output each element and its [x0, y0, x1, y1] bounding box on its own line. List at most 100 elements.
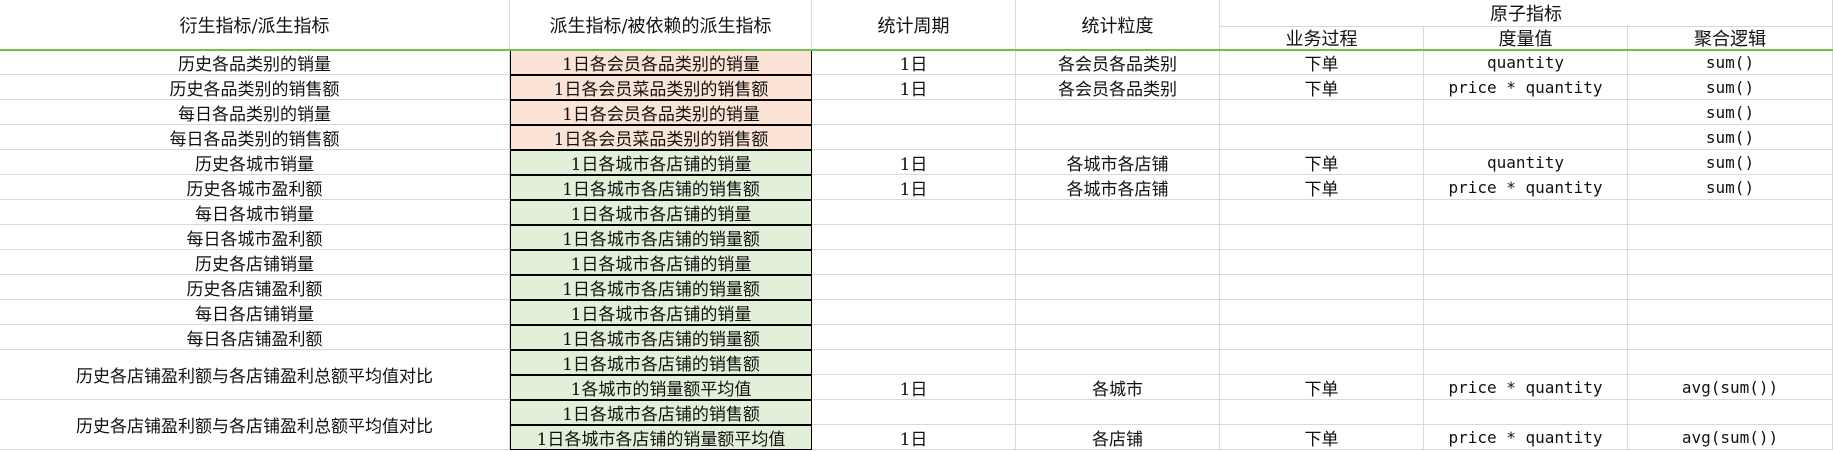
group-period-cell[interactable]: 1日	[812, 425, 1016, 450]
row-granularity-cell[interactable]	[1016, 125, 1220, 150]
row-derived-cell[interactable]: 每日各店铺盈利额	[0, 325, 510, 350]
row-business-cell[interactable]	[1220, 300, 1424, 325]
row-dependency-cell[interactable]: 1日各会员各品类别的销量	[510, 100, 812, 125]
row-measure-cell[interactable]	[1424, 250, 1628, 275]
row-derived-cell[interactable]: 每日各品类别的销售额	[0, 125, 510, 150]
row-period-cell[interactable]: 1日	[812, 50, 1016, 75]
row-dependency-cell[interactable]: 1日各会员各品类别的销量	[510, 50, 812, 75]
row-derived-cell[interactable]: 历史各城市盈利额	[0, 175, 510, 200]
row-granularity-cell[interactable]: 各会员各品类别	[1016, 75, 1220, 100]
row-period-cell[interactable]	[812, 200, 1016, 225]
row-period-cell[interactable]	[812, 300, 1016, 325]
group-dependency-cell[interactable]: 1各城市的销量额平均值	[510, 375, 812, 400]
row-dependency-cell[interactable]: 1日各城市各店铺的销量额	[510, 275, 812, 300]
row-period-cell[interactable]: 1日	[812, 175, 1016, 200]
group-measure-cell[interactable]: price * quantity	[1424, 425, 1628, 450]
row-derived-cell[interactable]: 每日各城市盈利额	[0, 225, 510, 250]
row-dependency-cell[interactable]: 1日各会员菜品类别的销售额	[510, 125, 812, 150]
row-measure-cell[interactable]	[1424, 125, 1628, 150]
row-derived-cell[interactable]: 每日各城市销量	[0, 200, 510, 225]
row-derived-cell[interactable]: 历史各店铺盈利额	[0, 275, 510, 300]
row-business-cell[interactable]	[1220, 200, 1424, 225]
group-granularity-cell[interactable]: 各店铺	[1016, 425, 1220, 450]
group-period-cell[interactable]	[812, 350, 1016, 375]
row-derived-cell[interactable]: 历史各店铺销量	[0, 250, 510, 275]
group-business-cell[interactable]	[1220, 400, 1424, 425]
row-dependency-cell[interactable]: 1日各城市各店铺的销量	[510, 150, 812, 175]
row-granularity-cell[interactable]	[1016, 225, 1220, 250]
row-agg-cell[interactable]: sum()	[1628, 50, 1833, 75]
row-agg-cell[interactable]	[1628, 275, 1833, 300]
row-granularity-cell[interactable]: 各会员各品类别	[1016, 50, 1220, 75]
row-agg-cell[interactable]	[1628, 250, 1833, 275]
row-agg-cell[interactable]: sum()	[1628, 150, 1833, 175]
row-agg-cell[interactable]	[1628, 225, 1833, 250]
group-granularity-cell[interactable]: 各城市	[1016, 375, 1220, 400]
group-business-cell[interactable]	[1220, 350, 1424, 375]
row-granularity-cell[interactable]	[1016, 275, 1220, 300]
row-dependency-cell[interactable]: 1日各会员菜品类别的销售额	[510, 75, 812, 100]
row-measure-cell[interactable]	[1424, 300, 1628, 325]
row-dependency-cell[interactable]: 1日各城市各店铺的销量	[510, 300, 812, 325]
row-derived-cell[interactable]: 历史各品类别的销售额	[0, 75, 510, 100]
row-business-cell[interactable]	[1220, 125, 1424, 150]
group-dependency-cell[interactable]: 1日各城市各店铺的销售额	[510, 400, 812, 425]
row-measure-cell[interactable]	[1424, 225, 1628, 250]
row-dependency-cell[interactable]: 1日各城市各店铺的销量	[510, 250, 812, 275]
row-granularity-cell[interactable]	[1016, 300, 1220, 325]
row-business-cell[interactable]	[1220, 100, 1424, 125]
row-agg-cell[interactable]	[1628, 200, 1833, 225]
row-granularity-cell[interactable]: 各城市各店铺	[1016, 175, 1220, 200]
row-period-cell[interactable]	[812, 250, 1016, 275]
row-period-cell[interactable]: 1日	[812, 150, 1016, 175]
row-business-cell[interactable]	[1220, 225, 1424, 250]
group-measure-cell[interactable]	[1424, 350, 1628, 375]
row-measure-cell[interactable]	[1424, 275, 1628, 300]
group-agg-cell[interactable]: avg(sum())	[1628, 375, 1833, 400]
row-measure-cell[interactable]: price * quantity	[1424, 75, 1628, 100]
group-granularity-cell[interactable]	[1016, 350, 1220, 375]
row-measure-cell[interactable]: price * quantity	[1424, 175, 1628, 200]
row-dependency-cell[interactable]: 1日各城市各店铺的销量	[510, 200, 812, 225]
group-period-cell[interactable]	[812, 400, 1016, 425]
row-business-cell[interactable]	[1220, 250, 1424, 275]
row-business-cell[interactable]: 下单	[1220, 150, 1424, 175]
row-period-cell[interactable]	[812, 100, 1016, 125]
row-period-cell[interactable]	[812, 325, 1016, 350]
row-period-cell[interactable]	[812, 275, 1016, 300]
row-dependency-cell[interactable]: 1日各城市各店铺的销售额	[510, 175, 812, 200]
row-granularity-cell[interactable]	[1016, 250, 1220, 275]
row-period-cell[interactable]	[812, 225, 1016, 250]
group-measure-cell[interactable]: price * quantity	[1424, 375, 1628, 400]
row-measure-cell[interactable]	[1424, 200, 1628, 225]
group-period-cell[interactable]: 1日	[812, 375, 1016, 400]
row-period-cell[interactable]: 1日	[812, 75, 1016, 100]
row-agg-cell[interactable]	[1628, 325, 1833, 350]
row-business-cell[interactable]: 下单	[1220, 75, 1424, 100]
row-derived-cell[interactable]: 每日各店铺销量	[0, 300, 510, 325]
group-agg-cell[interactable]	[1628, 350, 1833, 375]
row-business-cell[interactable]: 下单	[1220, 175, 1424, 200]
group-derived-cell[interactable]: 历史各店铺盈利额与各店铺盈利总额平均值对比	[0, 400, 510, 450]
row-agg-cell[interactable]: sum()	[1628, 175, 1833, 200]
row-business-cell[interactable]	[1220, 325, 1424, 350]
row-derived-cell[interactable]: 历史各品类别的销量	[0, 50, 510, 75]
row-dependency-cell[interactable]: 1日各城市各店铺的销量额	[510, 225, 812, 250]
group-dependency-cell[interactable]: 1日各城市各店铺的销量额平均值	[510, 425, 812, 450]
row-measure-cell[interactable]: quantity	[1424, 150, 1628, 175]
group-measure-cell[interactable]	[1424, 400, 1628, 425]
row-agg-cell[interactable]	[1628, 300, 1833, 325]
row-derived-cell[interactable]: 历史各城市销量	[0, 150, 510, 175]
row-granularity-cell[interactable]	[1016, 200, 1220, 225]
row-granularity-cell[interactable]	[1016, 325, 1220, 350]
row-granularity-cell[interactable]: 各城市各店铺	[1016, 150, 1220, 175]
row-measure-cell[interactable]	[1424, 325, 1628, 350]
row-measure-cell[interactable]: quantity	[1424, 50, 1628, 75]
group-granularity-cell[interactable]	[1016, 400, 1220, 425]
row-period-cell[interactable]	[812, 125, 1016, 150]
row-business-cell[interactable]: 下单	[1220, 50, 1424, 75]
row-agg-cell[interactable]: sum()	[1628, 100, 1833, 125]
group-derived-cell[interactable]: 历史各店铺盈利额与各店铺盈利总额平均值对比	[0, 350, 510, 400]
row-dependency-cell[interactable]: 1日各城市各店铺的销量额	[510, 325, 812, 350]
row-measure-cell[interactable]	[1424, 100, 1628, 125]
